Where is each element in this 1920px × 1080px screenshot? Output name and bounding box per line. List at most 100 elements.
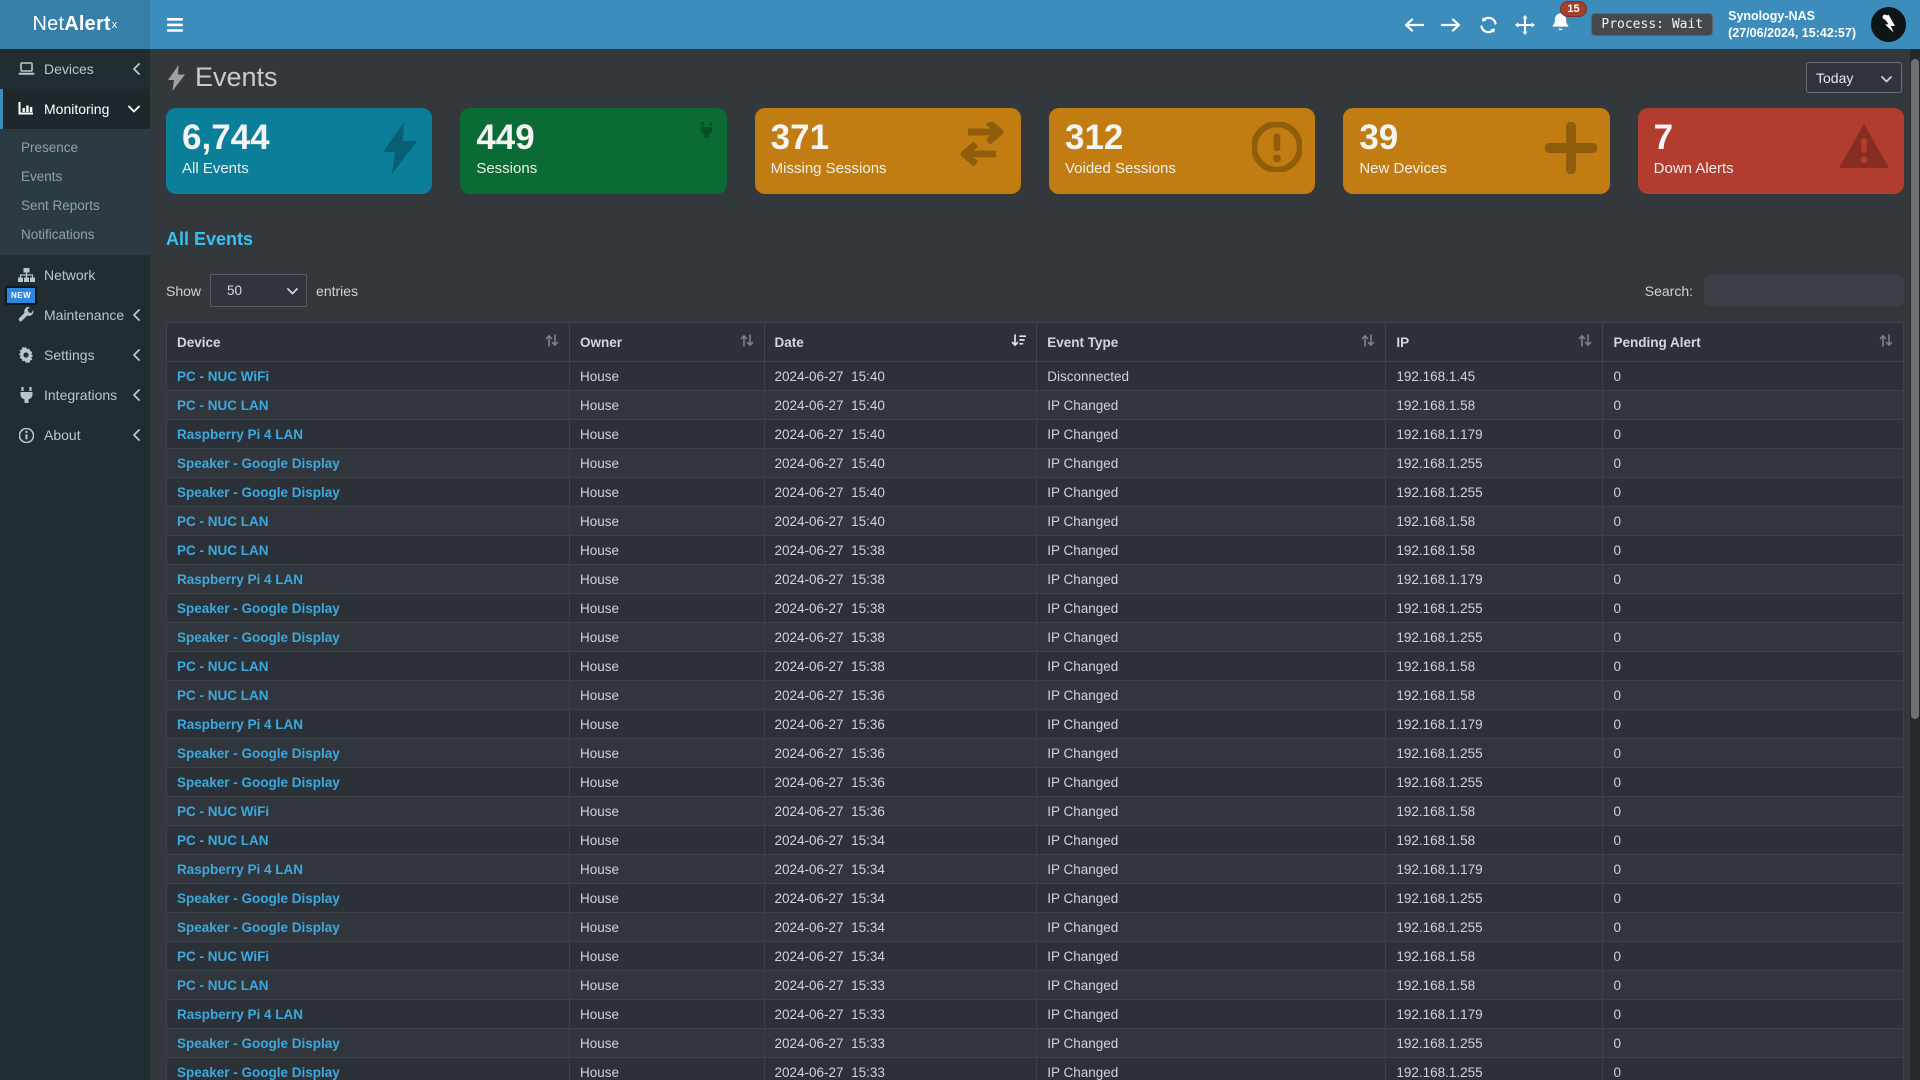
notifications-button[interactable]: 15 xyxy=(1551,12,1570,37)
cell-owner: House xyxy=(569,362,764,391)
device-link[interactable]: Speaker - Google Display xyxy=(177,630,340,645)
device-link[interactable]: Speaker - Google Display xyxy=(177,456,340,471)
column-header-ip[interactable]: IP xyxy=(1386,323,1603,362)
device-link[interactable]: Raspberry Pi 4 LAN xyxy=(177,717,303,732)
chevron-left-icon xyxy=(132,309,140,321)
cell-pending-alert: 0 xyxy=(1603,623,1904,652)
chevron-left-icon xyxy=(132,349,140,361)
stat-card-missing-sessions[interactable]: 371Missing Sessions xyxy=(755,108,1021,194)
sidebar-subitem-notifications[interactable]: Notifications xyxy=(0,220,150,249)
device-link[interactable]: PC - NUC WiFi xyxy=(177,949,269,964)
bolt-icon xyxy=(168,65,185,91)
cell-date: 2024-06-27 15:38 xyxy=(764,623,1037,652)
cell-ip: 192.168.1.179 xyxy=(1386,420,1603,449)
cell-pending-alert: 0 xyxy=(1603,971,1904,1000)
event-time: 15:33 xyxy=(851,1065,885,1080)
sidebar-item-integrations[interactable]: Integrations xyxy=(0,375,150,415)
cell-date: 2024-06-27 15:36 xyxy=(764,739,1037,768)
cell-event-type: Disconnected xyxy=(1037,362,1386,391)
stat-card-all-events[interactable]: 6,744All Events xyxy=(166,108,432,194)
host-timestamp: (27/06/2024, 15:42:57) xyxy=(1728,25,1856,42)
column-header-event-type[interactable]: Event Type xyxy=(1037,323,1386,362)
event-time: 15:36 xyxy=(851,746,885,761)
device-link[interactable]: Raspberry Pi 4 LAN xyxy=(177,1007,303,1022)
event-time: 15:33 xyxy=(851,978,885,993)
device-link[interactable]: Raspberry Pi 4 LAN xyxy=(177,427,303,442)
device-link[interactable]: Speaker - Google Display xyxy=(177,920,340,935)
sidebar-item-about[interactable]: About xyxy=(0,415,150,455)
column-header-device[interactable]: Device xyxy=(167,323,570,362)
sort-icon xyxy=(545,334,559,350)
device-link[interactable]: Speaker - Google Display xyxy=(177,601,340,616)
event-date: 2024-06-27 xyxy=(775,833,844,848)
event-date: 2024-06-27 xyxy=(775,717,844,732)
stat-card-down-alerts[interactable]: 7Down Alerts xyxy=(1638,108,1904,194)
search-input[interactable] xyxy=(1704,275,1904,306)
device-link[interactable]: PC - NUC LAN xyxy=(177,978,269,993)
stat-card-voided-sessions[interactable]: 312Voided Sessions xyxy=(1049,108,1315,194)
cell-owner: House xyxy=(569,623,764,652)
sidebar-toggle-button[interactable] xyxy=(150,0,200,49)
page-length-value: 50 xyxy=(227,283,242,298)
device-link[interactable]: Speaker - Google Display xyxy=(177,1065,340,1080)
device-link[interactable]: Speaker - Google Display xyxy=(177,891,340,906)
cell-owner: House xyxy=(569,507,764,536)
cell-event-type: IP Changed xyxy=(1037,1029,1386,1058)
exchange-icon xyxy=(956,122,1008,171)
cell-date: 2024-06-27 15:40 xyxy=(764,391,1037,420)
device-link[interactable]: Speaker - Google Display xyxy=(177,485,340,500)
sidebar-item-devices[interactable]: Devices xyxy=(0,49,150,89)
sidebar-item-settings[interactable]: Settings xyxy=(0,335,150,375)
device-link[interactable]: PC - NUC LAN xyxy=(177,543,269,558)
pan-mode-button[interactable] xyxy=(1514,14,1536,36)
device-link[interactable]: PC - NUC LAN xyxy=(177,514,269,529)
app-logo[interactable]: NetAlertx xyxy=(0,0,150,49)
device-link[interactable]: Speaker - Google Display xyxy=(177,1036,340,1051)
device-link[interactable]: PC - NUC LAN xyxy=(177,659,269,674)
column-header-owner[interactable]: Owner xyxy=(569,323,764,362)
event-time: 15:34 xyxy=(851,833,885,848)
table-row: PC - NUC WiFiHouse2024-06-27 15:36IP Cha… xyxy=(167,797,1904,826)
sidebar-subitem-presence[interactable]: Presence xyxy=(0,133,150,162)
device-link[interactable]: Speaker - Google Display xyxy=(177,775,340,790)
stat-card-new-devices[interactable]: 39New Devices xyxy=(1343,108,1609,194)
sitemap-icon xyxy=(16,268,36,283)
device-link[interactable]: Speaker - Google Display xyxy=(177,746,340,761)
page-length-select[interactable]: 50 xyxy=(210,274,307,307)
stat-card-sessions[interactable]: 449Sessions xyxy=(460,108,726,194)
refresh-button[interactable] xyxy=(1477,14,1499,36)
host-name: Synology-NAS xyxy=(1728,8,1856,25)
event-date: 2024-06-27 xyxy=(775,804,844,819)
sidebar-subitem-sent-reports[interactable]: Sent Reports xyxy=(0,191,150,220)
cell-owner: House xyxy=(569,681,764,710)
period-selected-value: Today xyxy=(1816,70,1853,86)
chevron-left-icon xyxy=(132,389,140,401)
column-label: Owner xyxy=(580,335,622,350)
cell-pending-alert: 0 xyxy=(1603,652,1904,681)
period-select[interactable]: Today xyxy=(1806,62,1902,93)
back-button[interactable] xyxy=(1403,14,1425,36)
device-link[interactable]: Raspberry Pi 4 LAN xyxy=(177,862,303,877)
device-link[interactable]: PC - NUC LAN xyxy=(177,833,269,848)
device-link[interactable]: PC - NUC LAN xyxy=(177,688,269,703)
device-link[interactable]: PC - NUC WiFi xyxy=(177,804,269,819)
column-header-date[interactable]: Date xyxy=(764,323,1037,362)
sidebar-item-maintenance[interactable]: NEWMaintenance xyxy=(0,295,150,335)
column-header-pending-alert[interactable]: Pending Alert xyxy=(1603,323,1904,362)
device-link[interactable]: PC - NUC LAN xyxy=(177,398,269,413)
device-link[interactable]: PC - NUC WiFi xyxy=(177,369,269,384)
event-time: 15:38 xyxy=(851,601,885,616)
sidebar-item-monitoring[interactable]: Monitoring xyxy=(0,89,150,129)
table-row: PC - NUC LANHouse2024-06-27 15:40IP Chan… xyxy=(167,391,1904,420)
all-events-heading[interactable]: All Events xyxy=(166,229,1904,250)
sidebar-subitem-events[interactable]: Events xyxy=(0,162,150,191)
cell-ip: 192.168.1.255 xyxy=(1386,1058,1603,1080)
cell-ip: 192.168.1.58 xyxy=(1386,507,1603,536)
user-avatar[interactable] xyxy=(1871,7,1906,42)
table-row: PC - NUC WiFiHouse2024-06-27 15:40Discon… xyxy=(167,362,1904,391)
device-link[interactable]: Raspberry Pi 4 LAN xyxy=(177,572,303,587)
cell-date: 2024-06-27 15:33 xyxy=(764,1058,1037,1080)
forward-button[interactable] xyxy=(1440,14,1462,36)
sort-icon xyxy=(1361,334,1375,350)
scrollbar-thumb[interactable] xyxy=(1911,59,1919,719)
